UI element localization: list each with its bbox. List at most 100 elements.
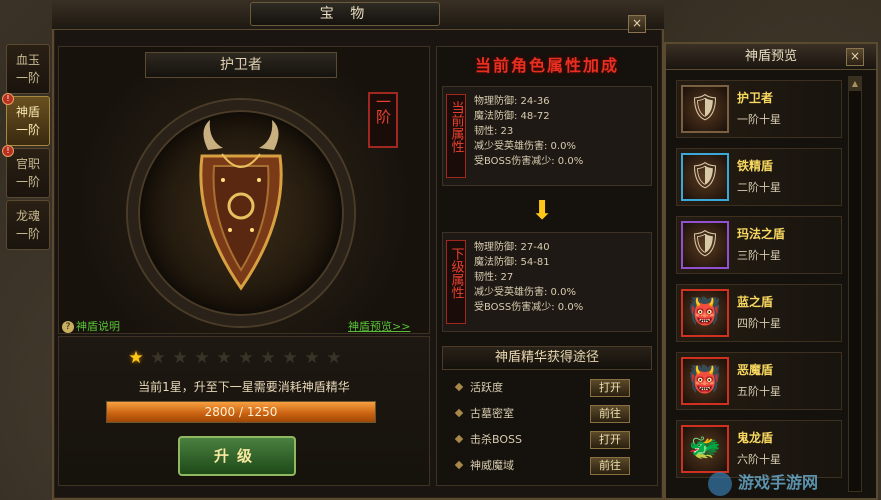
shield-icon: 🛡 (681, 221, 729, 269)
attr-line: 物理防御: 27-40 (474, 242, 550, 253)
preview-title: 神盾预览 (666, 44, 876, 70)
star-icon: ★ (172, 348, 188, 368)
tab-label: 龙魂 (15, 209, 40, 223)
star-icon: ★ (216, 348, 232, 368)
arrow-down-icon: ⬇ (531, 196, 553, 226)
attr-line: 魔法防御: 48-72 (474, 111, 550, 122)
watermark-text: 游戏手游网 (738, 473, 819, 492)
shield-preview-link[interactable]: 神盾预览>> (348, 318, 410, 334)
tab-rank: 一阶 (15, 175, 40, 189)
preview-name: 玛法之盾 (737, 227, 786, 241)
bullet-icon (454, 460, 464, 470)
preview-scrollbar[interactable]: ▲ (848, 76, 862, 492)
bullet-icon (454, 434, 464, 444)
shield-icon: 🐲 (681, 425, 729, 473)
attribute-title: 当前角色属性加成 (474, 56, 619, 75)
current-attr-list: 物理防御: 24-36 魔法防御: 48-72 韧性: 23 减少受英雄伤害: 0.0… (474, 94, 583, 169)
preview-rank: 三阶十星 (737, 249, 781, 262)
window-close-button[interactable]: × (628, 15, 646, 33)
preview-name: 护卫者 (737, 91, 774, 105)
preview-item[interactable]: 👹 恶魔盾五阶十星 (676, 352, 842, 410)
preview-rank: 一阶十星 (737, 113, 781, 126)
preview-rank: 四阶十星 (737, 317, 781, 330)
current-attr-label: 当前属性 (446, 94, 466, 178)
tab-1[interactable]: ! 神盾一阶 (2, 93, 50, 146)
rank-text: 一阶 (374, 94, 392, 124)
star-icon: ★ (282, 348, 298, 368)
way-name: 活跃度 (470, 381, 503, 394)
preview-rank: 六阶十星 (737, 453, 781, 466)
next-attr-label: 下级属性 (446, 240, 466, 324)
alert-icon: ! (2, 93, 14, 105)
item-rank-badge: 一阶 (368, 92, 398, 148)
bullet-icon (454, 408, 464, 418)
attr-line: 物理防御: 24-36 (474, 96, 550, 107)
preview-item[interactable]: 🛡 铁精盾二阶十星 (676, 148, 842, 206)
watermark-logo-icon (708, 471, 732, 496)
preview-item[interactable]: 👹 蓝之盾四阶十星 (676, 284, 842, 342)
preview-rank: 二阶十星 (737, 181, 781, 194)
way-action-button[interactable]: 前往 (590, 457, 630, 475)
star-icon: ★ (326, 348, 342, 368)
shield-icon: 👹 (681, 357, 729, 405)
star-icon: ★ (150, 348, 166, 368)
preview-item[interactable]: 🛡 玛法之盾三阶十星 (676, 216, 842, 274)
tab-0[interactable]: 血玉 一阶 (6, 44, 50, 94)
attr-line: 受BOSS伤害减少: 0.0% (474, 156, 584, 167)
way-name: 击杀BOSS (470, 433, 522, 446)
way-action-button[interactable]: 打开 (590, 379, 630, 397)
way-action-button[interactable]: 前往 (590, 405, 630, 423)
bullet-icon (454, 382, 464, 392)
item-ring (128, 100, 354, 326)
preview-name: 鬼龙盾 (737, 431, 774, 445)
tab-rank: 一阶 (15, 71, 40, 85)
attr-line: 韧性: 27 (474, 272, 514, 283)
attr-line: 减少受英雄伤害: 0.0% (474, 141, 576, 152)
preview-name: 铁精盾 (737, 159, 774, 173)
scroll-up-icon[interactable]: ▲ (849, 77, 861, 91)
tab-2[interactable]: ! 官职 一阶 (2, 145, 50, 198)
way-name: 神威魔域 (470, 459, 514, 472)
way-row: 神威魔域 前往 (450, 456, 650, 476)
ways-title: 神盾精华获得途径 (442, 346, 652, 370)
star-rating: ★ ★ ★ ★ ★ ★ ★ ★ ★ ★ (126, 348, 344, 368)
star-icon: ★ (260, 348, 276, 368)
watermark: 游戏手游网 (708, 468, 878, 498)
way-action-button[interactable]: 打开 (590, 431, 630, 449)
alert-icon: ! (2, 145, 14, 157)
preview-rank: 五阶十星 (737, 385, 781, 398)
preview-name: 蓝之盾 (737, 295, 774, 309)
preview-item[interactable]: 🛡 护卫者一阶十星 (676, 80, 842, 138)
shield-icon: 🛡 (681, 153, 729, 201)
tab-label: 神盾 (15, 105, 40, 119)
progress-text: 2800 / 1250 (204, 405, 278, 419)
upgrade-hint: 当前1星，升至下一星需要消耗神盾精华 (138, 380, 350, 394)
way-row: 击杀BOSS 打开 (450, 430, 650, 450)
star-icon: ★ (128, 348, 144, 368)
attr-line: 受BOSS伤害减少: 0.0% (474, 302, 584, 313)
shield-explain-link[interactable]: ? 神盾说明 (62, 318, 120, 334)
next-attr-list: 物理防御: 27-40 魔法防御: 54-81 韧性: 27 减少受英雄伤害: 0.0… (474, 240, 583, 315)
star-icon: ★ (194, 348, 210, 368)
way-name: 古墓密室 (470, 407, 514, 420)
explain-link-label: 神盾说明 (76, 320, 120, 333)
question-icon: ? (62, 321, 74, 333)
attr-line: 魔法防御: 54-81 (474, 257, 550, 268)
star-icon: ★ (238, 348, 254, 368)
shield-icon: 🛡 (681, 85, 729, 133)
way-row: 古墓密室 前往 (450, 404, 650, 424)
upgrade-button[interactable]: 升级 (178, 436, 296, 476)
tab-rank: 一阶 (15, 227, 40, 241)
tab-label: 血玉 (15, 53, 40, 67)
preview-close-button[interactable]: × (846, 48, 864, 66)
tab-rank: 一阶 (15, 123, 40, 137)
shield-icon (199, 120, 283, 291)
preview-name: 恶魔盾 (737, 363, 774, 377)
shield-icon: 👹 (681, 289, 729, 337)
current-label-text: 当前属性 (448, 101, 464, 153)
attr-line: 韧性: 23 (474, 126, 514, 137)
tab-3[interactable]: 龙魂 一阶 (6, 200, 50, 250)
window-title: 宝 物 (250, 2, 440, 26)
item-name: 护卫者 (145, 52, 337, 78)
star-icon: ★ (304, 348, 320, 368)
